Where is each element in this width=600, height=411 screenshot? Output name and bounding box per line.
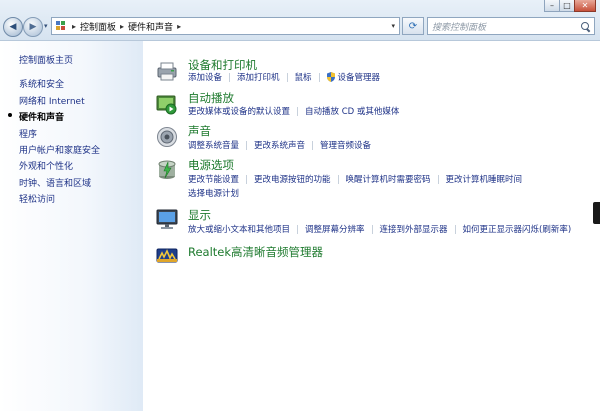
forward-arrow-icon: ▶ bbox=[29, 22, 37, 32]
refresh-button[interactable]: ⟳ bbox=[402, 17, 424, 35]
category-sound[interactable]: 声音 bbox=[188, 123, 211, 139]
link-fix-monitor-flicker[interactable]: 如何更正显示器闪烁(刷新率) bbox=[463, 223, 572, 235]
recent-pages-dropdown[interactable]: ▾ bbox=[44, 22, 48, 30]
autoplay-links: 更改媒体或设备的默认设置 自动播放 CD 或其他媒体 bbox=[188, 105, 399, 117]
category-realtek-audio-manager[interactable]: Realtek高清晰音频管理器 bbox=[188, 244, 323, 260]
link-divider bbox=[337, 174, 339, 184]
link-divider bbox=[297, 224, 299, 234]
back-button[interactable]: ◀ bbox=[3, 17, 23, 37]
breadcrumb-chevron-icon[interactable]: ▸ bbox=[177, 22, 181, 31]
forward-button[interactable]: ▶ bbox=[23, 17, 43, 37]
link-change-system-sounds[interactable]: 更改系统声音 bbox=[254, 139, 305, 151]
sidebar-item-appearance[interactable]: 外观和个性化 bbox=[19, 159, 73, 172]
sidebar-item-clock-language-region[interactable]: 时钟、语言和区域 bbox=[19, 176, 91, 189]
sidebar-item-control-panel-home[interactable]: 控制面板主页 bbox=[19, 53, 73, 66]
back-arrow-icon: ◀ bbox=[9, 22, 17, 32]
sidebar-item-ease-of-access[interactable]: 轻松访问 bbox=[19, 192, 55, 205]
devices-and-printers-links: 添加设备 添加打印机 鼠标 设备管理器 bbox=[188, 71, 380, 83]
sidebar-item-hardware-and-sound[interactable]: 硬件和声音 bbox=[8, 110, 65, 123]
link-change-sleep-time[interactable]: 更改计算机睡眠时间 bbox=[446, 173, 523, 185]
link-divider bbox=[454, 224, 456, 234]
link-power-button-function[interactable]: 更改电源按钮的功能 bbox=[254, 173, 331, 185]
link-divider bbox=[437, 174, 439, 184]
link-divider bbox=[318, 72, 320, 82]
link-choose-power-plan[interactable]: 选择电源计划 bbox=[188, 187, 239, 199]
address-bar[interactable]: ▸ 控制面板 ▸ 硬件和声音 ▸ ▾ bbox=[51, 17, 400, 35]
minimize-button[interactable]: – bbox=[544, 0, 560, 12]
close-button[interactable]: ✕ bbox=[574, 0, 596, 12]
display-icon[interactable] bbox=[156, 208, 178, 230]
window-controls: – □ ✕ bbox=[544, 0, 596, 12]
search-icon[interactable] bbox=[581, 21, 590, 31]
link-adjust-volume[interactable]: 调整系统音量 bbox=[188, 139, 239, 151]
category-autoplay[interactable]: 自动播放 bbox=[188, 90, 234, 106]
search-placeholder: 搜索控制面板 bbox=[432, 22, 487, 33]
breadcrumb-hardware-and-sound[interactable]: 硬件和声音 bbox=[128, 20, 173, 33]
refresh-icon: ⟳ bbox=[408, 20, 418, 32]
link-mouse[interactable]: 鼠标 bbox=[295, 71, 312, 83]
link-add-printer[interactable]: 添加打印机 bbox=[237, 71, 280, 83]
sidebar-item-label: 硬件和声音 bbox=[19, 113, 65, 123]
sound-links: 调整系统音量 更改系统声音 管理音频设备 bbox=[188, 139, 371, 151]
autoplay-icon[interactable] bbox=[156, 93, 178, 115]
link-divider bbox=[297, 106, 299, 116]
speaker-icon[interactable] bbox=[156, 126, 178, 148]
link-divider bbox=[286, 72, 288, 82]
search-input[interactable]: 搜索控制面板 bbox=[427, 17, 595, 35]
link-divider bbox=[312, 140, 314, 150]
sidebar-item-user-accounts[interactable]: 用户帐户和家庭安全 bbox=[19, 143, 100, 156]
main-content: 设备和打印机 添加设备 添加打印机 鼠标 设备管理器 自动播放 更改媒体或设备的… bbox=[143, 41, 600, 411]
sidebar-item-programs[interactable]: 程序 bbox=[19, 127, 37, 140]
sidebar-item-network-and-internet[interactable]: 网络和 Internet bbox=[19, 94, 85, 107]
breadcrumb-control-panel[interactable]: 控制面板 bbox=[80, 20, 116, 33]
link-screen-resolution[interactable]: 调整屏幕分辨率 bbox=[305, 223, 365, 235]
link-external-display[interactable]: 连接到外部显示器 bbox=[380, 223, 448, 235]
link-text-size[interactable]: 放大或缩小文本和其他项目 bbox=[188, 223, 290, 235]
display-links: 放大或缩小文本和其他项目 调整屏幕分辨率 连接到外部显示器 如何更正显示器闪烁(… bbox=[188, 223, 571, 235]
link-divider bbox=[229, 72, 231, 82]
realtek-audio-icon[interactable] bbox=[156, 244, 178, 266]
breadcrumb-chevron-icon[interactable]: ▸ bbox=[120, 22, 124, 31]
maximize-button[interactable]: □ bbox=[559, 0, 575, 12]
link-divider bbox=[246, 140, 248, 150]
address-dropdown-icon[interactable]: ▾ bbox=[391, 22, 395, 30]
link-divider bbox=[371, 224, 373, 234]
link-change-media-defaults[interactable]: 更改媒体或设备的默认设置 bbox=[188, 105, 290, 117]
navigation-bar: – □ ✕ ◀ ▶ ▾ ▸ 控制面板 ▸ 硬件和声音 ▸ ▾ ⟳ 搜索控制面板 bbox=[0, 0, 600, 41]
breadcrumb-chevron-icon[interactable]: ▸ bbox=[72, 22, 76, 31]
uac-shield-icon bbox=[326, 72, 335, 82]
link-device-manager[interactable]: 设备管理器 bbox=[338, 71, 381, 83]
link-manage-audio-devices[interactable]: 管理音频设备 bbox=[320, 139, 371, 151]
printer-icon[interactable] bbox=[156, 60, 178, 82]
link-add-device[interactable]: 添加设备 bbox=[188, 71, 222, 83]
link-divider bbox=[246, 174, 248, 184]
sidebar-item-system-and-security[interactable]: 系统和安全 bbox=[19, 77, 64, 90]
category-display[interactable]: 显示 bbox=[188, 207, 211, 223]
power-options-icon[interactable] bbox=[156, 159, 178, 181]
scrollbar-handle[interactable] bbox=[593, 202, 600, 224]
link-change-power-saving[interactable]: 更改节能设置 bbox=[188, 173, 239, 185]
current-item-bullet-icon bbox=[8, 113, 12, 117]
control-panel-icon bbox=[56, 21, 68, 31]
power-options-links: 更改节能设置 更改电源按钮的功能 唤醒计算机时需要密码 更改计算机睡眠时间 bbox=[188, 173, 522, 185]
link-autoplay-cd[interactable]: 自动播放 CD 或其他媒体 bbox=[305, 105, 399, 117]
sidebar: 控制面板主页 系统和安全 网络和 Internet 硬件和声音 程序 用户帐户和… bbox=[0, 41, 143, 411]
power-options-links-row2: 选择电源计划 bbox=[188, 187, 239, 199]
link-require-password-wake[interactable]: 唤醒计算机时需要密码 bbox=[346, 173, 431, 185]
category-power-options[interactable]: 电源选项 bbox=[188, 157, 234, 173]
